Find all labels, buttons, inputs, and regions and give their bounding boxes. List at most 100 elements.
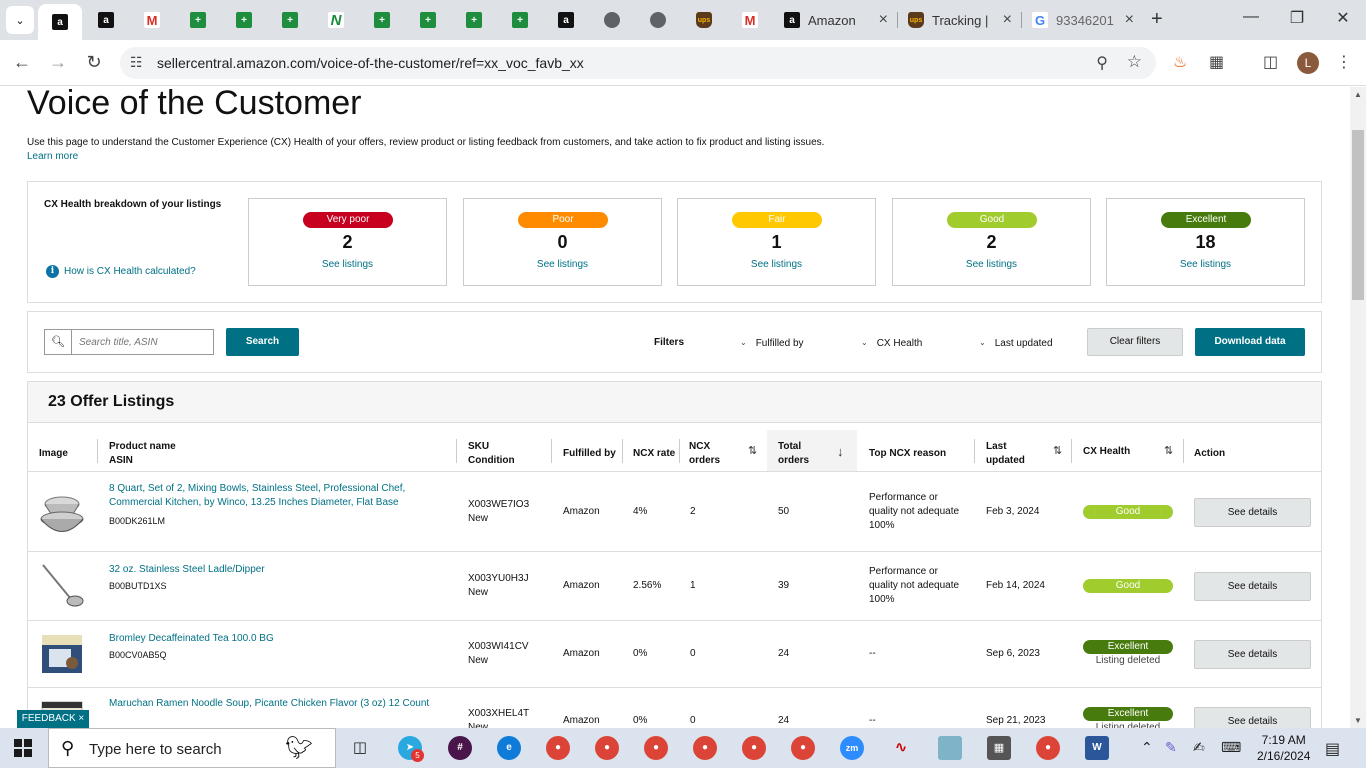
see-listings-link[interactable]: See listings <box>249 259 446 270</box>
col-cx-health[interactable]: CX Health <box>1083 445 1130 459</box>
see-details-button[interactable]: See details <box>1194 498 1311 527</box>
tab-sheets[interactable]: + <box>406 6 450 34</box>
tab-gmail[interactable]: M <box>130 6 174 34</box>
tab-globe[interactable] <box>590 6 634 34</box>
col-sku[interactable]: SKU Condition <box>468 440 515 468</box>
tab-sheets[interactable]: + <box>498 6 542 34</box>
chrome-icon[interactable]: ● <box>546 736 570 760</box>
tab-globe[interactable] <box>636 6 680 34</box>
tab-amazon-active[interactable]: a <box>38 4 82 40</box>
profile-avatar[interactable]: L <box>1297 52 1319 74</box>
last-updated-dropdown[interactable]: ⌄ Last updated <box>979 338 1053 349</box>
slack-icon[interactable]: # <box>448 736 472 760</box>
product-name-link[interactable]: 32 oz. Stainless Steel Ladle/Dipper <box>109 563 444 577</box>
tab-amazon[interactable]: a <box>544 6 588 34</box>
see-listings-link[interactable]: See listings <box>678 259 875 270</box>
tab-search-dropdown-icon[interactable]: ⌄ <box>6 6 34 34</box>
windows-start-icon[interactable] <box>14 739 32 757</box>
chrome-icon[interactable]: ● <box>791 736 815 760</box>
see-listings-link[interactable]: See listings <box>464 259 661 270</box>
bookmark-star-icon[interactable]: ☆ <box>1127 52 1142 72</box>
see-listings-link[interactable]: See listings <box>893 259 1090 270</box>
tab-tracking[interactable]: ups Tracking | × <box>898 6 1020 34</box>
download-data-button[interactable]: Download data <box>1195 328 1305 356</box>
taskbar-clock[interactable]: 7:19 AM 2/16/2024 <box>1257 732 1310 764</box>
pen-icon[interactable]: ✎ <box>1165 739 1177 756</box>
tab-green-app[interactable]: N <box>314 6 358 34</box>
search-input[interactable] <box>73 330 211 354</box>
learn-more-link[interactable]: Learn more <box>27 151 78 162</box>
cx-health-dropdown[interactable]: ⌄ CX Health <box>861 338 922 349</box>
tab-google[interactable]: G 93346201 × <box>1022 6 1142 34</box>
reload-icon[interactable]: ↻ <box>82 52 106 73</box>
product-name-link[interactable]: Maruchan Ramen Noodle Soup, Picante Chic… <box>109 697 444 711</box>
notes-app-icon[interactable] <box>938 736 962 760</box>
see-details-button[interactable]: See details <box>1194 707 1311 728</box>
new-tab-plus-icon[interactable]: + <box>1151 8 1163 31</box>
back-arrow-icon[interactable]: ← <box>10 52 34 73</box>
site-settings-icon[interactable]: ☷ <box>130 54 143 71</box>
side-panel-icon[interactable]: ◫ <box>1263 52 1278 72</box>
product-image[interactable] <box>39 631 85 677</box>
clear-filters-button[interactable]: Clear filters <box>1087 328 1183 356</box>
see-details-button[interactable]: See details <box>1194 572 1311 601</box>
sort-icon[interactable]: ⇅ <box>1164 444 1173 457</box>
product-image[interactable] <box>39 563 85 609</box>
zoom-icon[interactable]: zm <box>840 736 864 760</box>
taskbar-search[interactable]: ⚲ Type here to search 🐦︎ <box>48 728 336 768</box>
col-last-updated[interactable]: Last updated <box>986 440 1025 468</box>
search-box[interactable]: 🔍︎ <box>44 329 214 355</box>
close-icon[interactable]: × <box>1125 11 1134 29</box>
sort-descending-arrow-icon[interactable]: ↓ <box>837 444 844 459</box>
calculator-icon[interactable]: ▦ <box>987 736 1011 760</box>
product-image[interactable] <box>39 489 85 535</box>
tab-sheets[interactable]: + <box>360 6 404 34</box>
see-details-button[interactable]: See details <box>1194 640 1311 669</box>
scrollbar-thumb[interactable] <box>1352 130 1364 300</box>
word-icon[interactable]: W <box>1085 736 1109 760</box>
tab-amazon-labeled[interactable]: a Amazon × <box>774 6 896 34</box>
product-name-link[interactable]: Bromley Decaffeinated Tea 100.0 BG <box>109 632 444 646</box>
close-icon[interactable]: × <box>78 713 84 724</box>
tab-gmail[interactable]: M <box>728 6 772 34</box>
forward-arrow-icon[interactable]: → <box>46 52 70 73</box>
chrome-icon[interactable]: ● <box>693 736 717 760</box>
zoom-magnifier-icon[interactable]: ⚲ <box>1096 53 1108 73</box>
address-bar[interactable]: ☷ sellercentral.amazon.com/voice-of-the-… <box>120 47 1156 79</box>
restore-icon[interactable]: ❐ <box>1274 8 1320 28</box>
chrome-icon[interactable]: ● <box>644 736 668 760</box>
pen-settings-icon[interactable]: ✍ <box>1193 739 1205 756</box>
window-close-icon[interactable]: ✕ <box>1320 8 1366 28</box>
chrome-icon[interactable]: ● <box>742 736 766 760</box>
sort-icon[interactable]: ⇅ <box>748 444 757 457</box>
close-icon[interactable]: × <box>879 11 888 29</box>
page-scrollbar[interactable]: ▲ ▼ <box>1350 87 1366 728</box>
col-ncx-orders[interactable]: NCX orders <box>689 440 720 468</box>
col-top-ncx-reason[interactable]: Top NCX reason <box>869 447 946 461</box>
tab-sheets[interactable]: + <box>176 6 220 34</box>
col-total-orders[interactable]: Total orders <box>778 440 809 468</box>
tab-sheets[interactable]: + <box>268 6 312 34</box>
col-product-name[interactable]: Product name ASIN <box>109 440 176 468</box>
url-text[interactable]: sellercentral.amazon.com/voice-of-the-cu… <box>157 55 584 71</box>
tab-amazon[interactable]: a <box>84 6 128 34</box>
tray-chevron-up-icon[interactable]: ⌃ <box>1141 739 1153 756</box>
chrome-icon[interactable]: ● <box>595 736 619 760</box>
menu-kebab-icon[interactable]: ⋮ <box>1336 52 1352 72</box>
col-ncx-rate[interactable]: NCX rate <box>633 447 675 461</box>
tab-sheets[interactable]: + <box>222 6 266 34</box>
keyboard-icon[interactable]: ⌨ <box>1221 739 1241 756</box>
tab-sheets[interactable]: + <box>452 6 496 34</box>
extension-flame-icon[interactable]: ♨ <box>1173 52 1187 72</box>
fulfilled-by-dropdown[interactable]: ⌄ Fulfilled by <box>740 338 804 349</box>
feedback-tab[interactable]: FEEDBACK × <box>17 710 89 728</box>
cx-health-help-link[interactable]: i How is CX Health calculated? <box>46 265 196 278</box>
close-icon[interactable]: × <box>1003 11 1012 29</box>
see-listings-link[interactable]: See listings <box>1107 259 1304 270</box>
extensions-puzzle-icon[interactable]: ▦ <box>1209 52 1224 72</box>
search-button[interactable]: Search <box>226 328 299 356</box>
sort-icon[interactable]: ⇅ <box>1053 444 1062 457</box>
minimize-icon[interactable]: — <box>1228 8 1274 26</box>
col-fulfilled-by[interactable]: Fulfilled by <box>563 447 616 461</box>
scroll-up-icon[interactable]: ▲ <box>1354 90 1362 99</box>
